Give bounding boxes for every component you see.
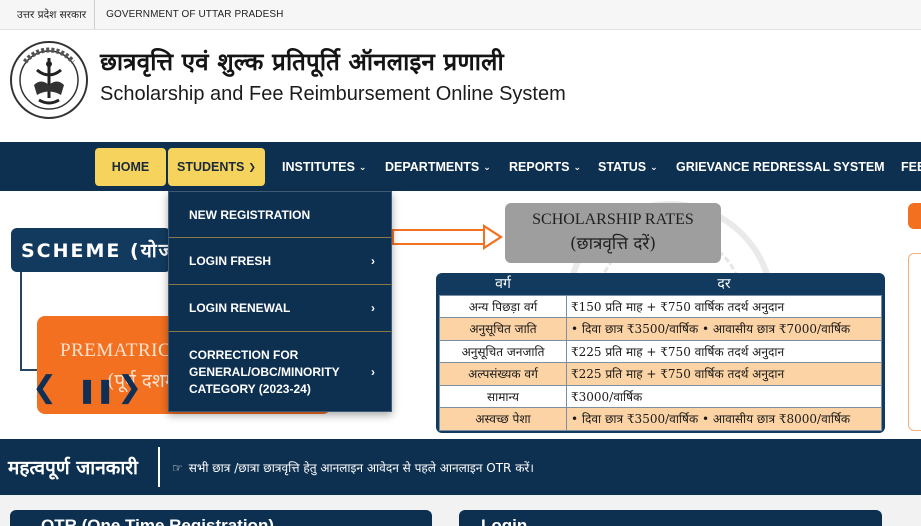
chevron-left-icon[interactable]: ❮ (32, 373, 57, 403)
important-info-message[interactable]: ☞ सभी छात्र /छात्रा छात्रवृत्ति हेतु आनला… (160, 459, 534, 476)
chevron-right-icon: › (371, 254, 375, 268)
category-cell: अनुसूचित जनजाति (439, 339, 567, 363)
prematric-label-en: PREMATRIC (60, 340, 172, 361)
nav-status[interactable]: STATUS ⌄ (598, 148, 658, 186)
menu-item-label: LOGIN FRESH (189, 254, 272, 268)
nav-students-label: STUDENTS (177, 160, 245, 174)
menu-item-new-registration[interactable]: NEW REGISTRATION (169, 192, 391, 238)
chevron-down-icon: ⌄ (483, 161, 491, 172)
chevron-down-icon: ⌄ (573, 161, 581, 172)
nav-institutes-label: INSTITUTES (282, 160, 355, 174)
nav-status-label: STATUS (598, 160, 647, 174)
scholarship-rates-heading: SCHOLARSHIP RATES (छात्रवृत्ति दरें) (505, 203, 721, 263)
chevron-right-icon: › (371, 301, 375, 315)
nav-departments[interactable]: DEPARTMENTS ⌄ (385, 148, 491, 186)
table-row: अल्पसंख्यक वर्ग ₹225 प्रति माह + ₹750 वार… (439, 362, 882, 386)
table-header-row: वर्ग दर (440, 273, 882, 295)
category-cell: अल्पसंख्यक वर्ग (439, 362, 567, 386)
table-row: सामान्य ₹3000/वार्षिक (439, 384, 882, 408)
connector-line (20, 272, 22, 370)
table-row: अनुसूचित जनजाति ₹225 प्रति माह + ₹750 वार… (439, 339, 882, 363)
chevron-right-icon[interactable]: ❯ (117, 373, 142, 403)
up-government-emblem-icon[interactable] (9, 40, 89, 120)
category-cell: सामान्य (439, 384, 567, 408)
students-dropdown-menu: NEW REGISTRATION LOGIN FRESH › LOGIN RENE… (168, 191, 392, 412)
nav-home[interactable]: HOME (95, 148, 166, 186)
site-header: छात्रवृत्ति एवं शुल्क प्रतिपूर्ति ऑनलाइन… (0, 31, 921, 142)
column-header: दर (717, 276, 731, 293)
nav-reports-label: REPORTS (509, 160, 570, 174)
otr-panel-header: OTR (One Time Registration) (10, 510, 432, 526)
arrow-right-icon (392, 229, 485, 245)
nav-students[interactable]: STUDENTS ❯ (168, 148, 265, 186)
menu-item-label: LOGIN RENEWAL (189, 301, 291, 315)
state-name-english: GOVERNMENT OF UTTAR PRADESH (106, 9, 284, 20)
main-content: SCHEME (योजना) PREMATRIC (पूर्व दशम) ❮ ❚… (0, 191, 921, 439)
category-cell: अनुसूचित जाति (439, 317, 567, 341)
nav-home-label: HOME (111, 160, 150, 174)
rates-title-en: SCHOLARSHIP RATES (532, 211, 694, 228)
category-cell: अन्य पिछड़ा वर्ग (439, 294, 567, 318)
pointing-hand-icon: ☞ (172, 460, 183, 475)
bottom-section: OTR (One Time Registration) Login (0, 495, 921, 526)
important-info-label: महत्वपूर्ण जानकारी (0, 447, 160, 487)
rate-cell: ₹150 प्रति माह + ₹750 वार्षिक तदर्थ अनुद… (566, 294, 882, 318)
category-cell: अस्वच्छ पेशा (439, 407, 567, 431)
side-panel-box (908, 253, 921, 431)
arrow-head-inner (485, 228, 499, 246)
menu-item-login-renewal[interactable]: LOGIN RENEWAL › (169, 285, 391, 332)
nav-fee-label: FEE (901, 160, 921, 174)
rate-cell: ₹225 प्रति माह + ₹750 वार्षिक तदर्थ अनुद… (566, 339, 882, 363)
table-row: अस्वच्छ पेशा • दिवा छात्र ₹3500/वार्षिक •… (439, 407, 882, 431)
menu-item-label: CORRECTION FOR GENERAL/OBC/MINORITY CATE… (189, 347, 340, 396)
rate-cell: ₹3000/वार्षिक (566, 384, 882, 408)
column-header: वर्ग (495, 276, 511, 293)
rate-cell: • दिवा छात्र ₹3500/वार्षिक • आवासीय छात्… (566, 407, 882, 431)
nav-reports[interactable]: REPORTS ⌄ (509, 148, 581, 186)
site-title-english: Scholarship and Fee Reimbursement Online… (100, 83, 566, 105)
menu-item-label: NEW REGISTRATION (189, 207, 311, 222)
top-strip: उत्तर प्रदेश सरकार GOVERNMENT OF UTTAR P… (0, 0, 921, 30)
side-panel-tab[interactable] (908, 203, 921, 229)
chevron-down-icon: ⌄ (358, 161, 367, 172)
rate-cell: • दिवा छात्र ₹3500/वार्षिक • आवासीय छात्… (566, 317, 882, 341)
nav-fee[interactable]: FEE (901, 148, 921, 186)
scheme-heading: SCHEME (योजना) (11, 228, 171, 272)
login-panel-header: Login (459, 510, 882, 526)
menu-item-login-fresh[interactable]: LOGIN FRESH › (169, 238, 391, 285)
menu-item-correction-category[interactable]: CORRECTION FOR GENERAL/OBC/MINORITY CATE… (169, 332, 391, 412)
chevron-right-icon: › (371, 364, 375, 379)
rates-table: वर्ग दर अन्य पिछड़ा वर्ग ₹150 प्रति माह +… (436, 273, 885, 433)
chevron-down-icon: ⌄ (650, 161, 658, 172)
state-name-hindi: उत्तर प्रदेश सरकार (0, 0, 96, 29)
pause-icon[interactable]: ❚❚ (77, 376, 115, 406)
table-row: अन्य पिछड़ा वर्ग ₹150 प्रति माह + ₹750 वा… (439, 294, 882, 318)
nav-grievance[interactable]: GRIEVANCE REDRESSAL SYSTEM (676, 148, 885, 186)
nav-departments-label: DEPARTMENTS (385, 160, 480, 174)
nav-institutes[interactable]: INSTITUTES ⌄ (282, 148, 366, 186)
table-row: अनुसूचित जाति • दिवा छात्र ₹3500/वार्षिक … (439, 317, 882, 341)
main-navbar: HOME STUDENTS ❯ INSTITUTES ⌄ DEPARTMENTS ⌄ … (0, 142, 921, 191)
info-message-text: सभी छात्र /छात्रा छात्रवृत्ति हेतु आनलाइ… (188, 460, 534, 475)
nav-grievance-label: GRIEVANCE REDRESSAL SYSTEM (676, 160, 885, 174)
chevron-down-icon: ❯ (248, 161, 256, 172)
rates-title-hi: (छात्रवृत्ति दरें) (570, 234, 656, 254)
site-title-hindi: छात्रवृत्ति एवं शुल्क प्रतिपूर्ति ऑनलाइन… (100, 48, 504, 76)
important-info-bar: महत्वपूर्ण जानकारी ☞ सभी छात्र /छात्रा छा… (0, 439, 921, 495)
rate-cell: ₹225 प्रति माह + ₹750 वार्षिक तदर्थ अनुद… (566, 362, 882, 386)
